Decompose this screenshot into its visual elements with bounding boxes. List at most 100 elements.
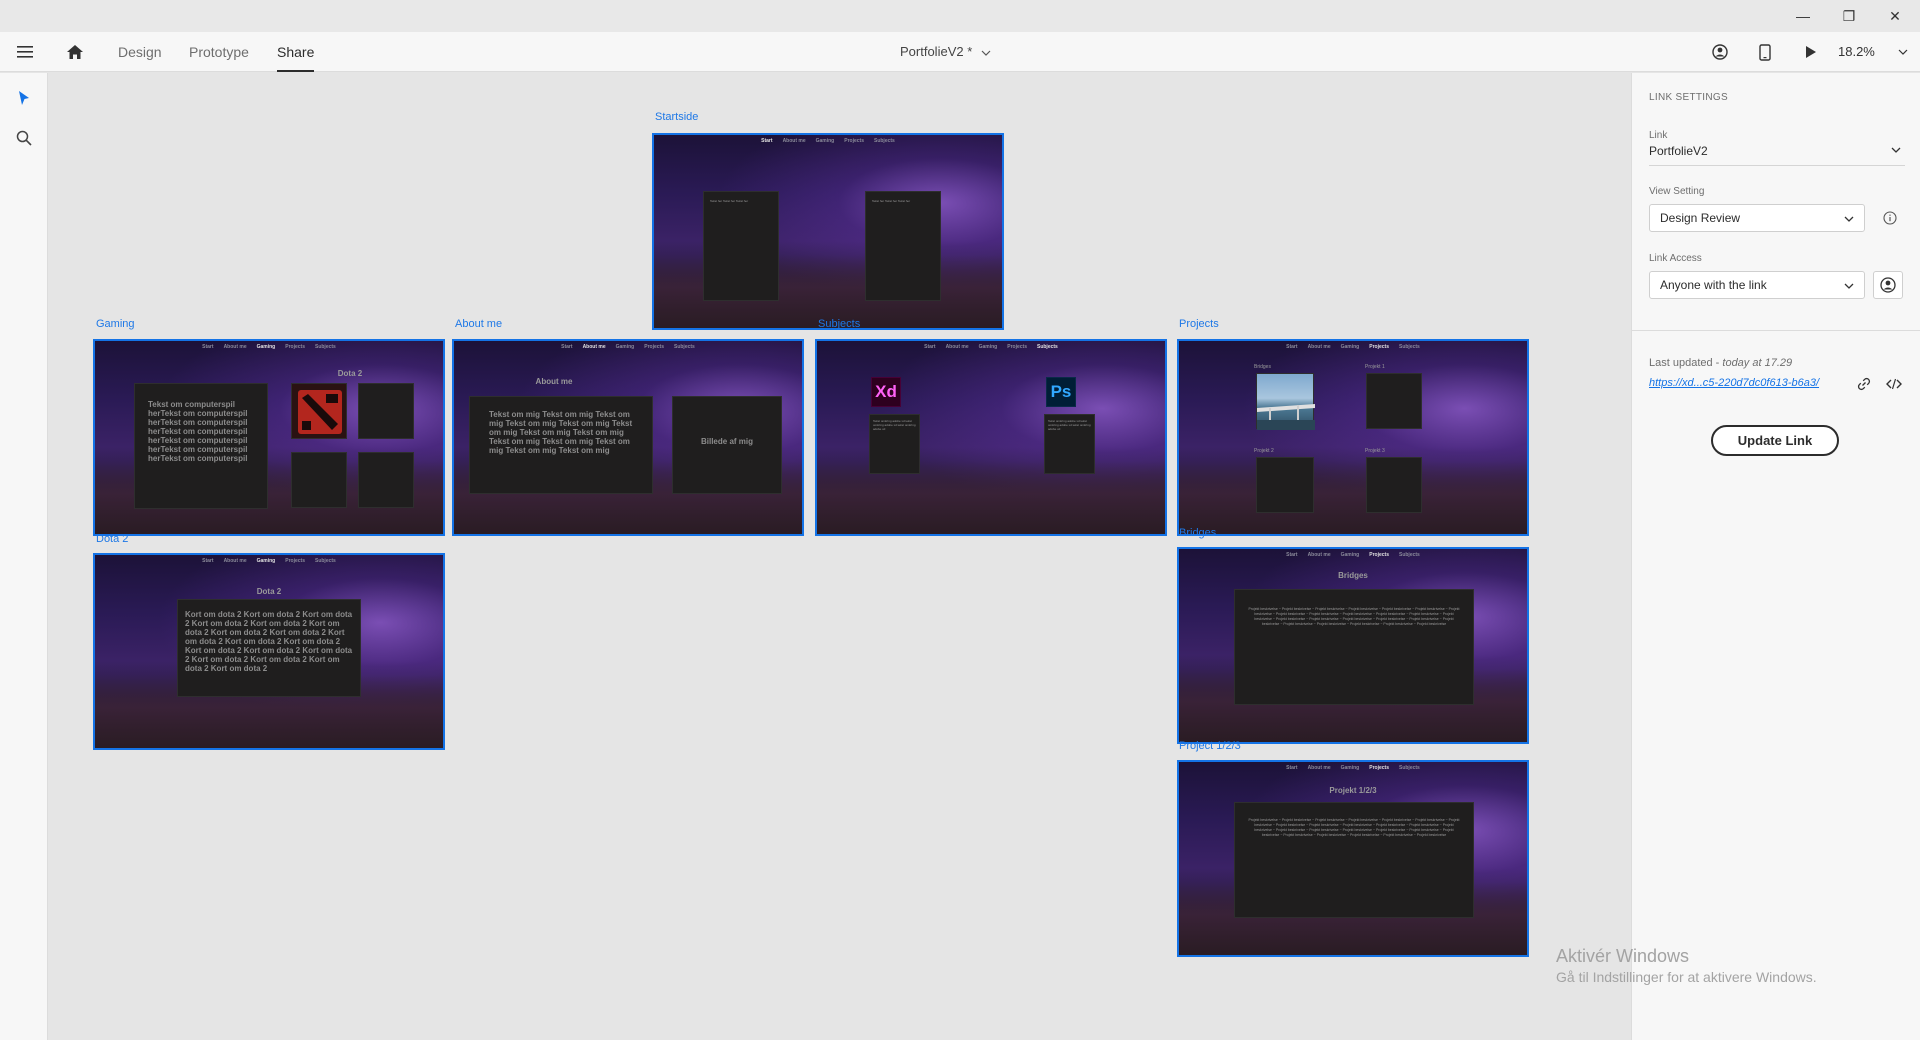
nav-item: Start — [202, 558, 214, 564]
artboard-label-subjects[interactable]: Subjects — [818, 318, 860, 330]
xd-logo-text: Xd — [875, 382, 897, 401]
artboard-nav: Start About me Gaming Projects Subjects — [95, 344, 443, 350]
nav-item: About me — [582, 344, 606, 350]
nav-item: Projects — [1369, 344, 1389, 350]
artboard-startside[interactable]: Start About me Gaming Projects Subjects … — [652, 133, 1004, 330]
tab-design[interactable]: Design — [118, 32, 162, 72]
zoom-dropdown-button[interactable] — [1896, 32, 1910, 72]
windows-activation-watermark: Aktivér Windows Gå til Indstillinger for… — [1556, 946, 1817, 985]
zoom-tool-button[interactable] — [12, 126, 36, 150]
artboard-label-dota-2[interactable]: Dota 2 — [96, 533, 128, 545]
view-setting-value: Design Review — [1660, 211, 1741, 225]
share-link-url[interactable]: https://xd...c5-220d7dc0f613-b6a3/ — [1649, 377, 1819, 389]
bridges-heading: Bridges — [1338, 571, 1368, 580]
update-link-button[interactable]: Update Link — [1711, 425, 1839, 456]
artboard-label-projects[interactable]: Projects — [1179, 318, 1219, 330]
nav-item: Subjects — [873, 138, 895, 144]
sign-in-button[interactable] — [1708, 32, 1732, 72]
about-heading: About me — [535, 377, 573, 386]
hamburger-menu-icon — [17, 46, 33, 58]
select-arrow-icon — [19, 91, 29, 105]
ps-logo-text: Ps — [1050, 382, 1072, 401]
artboard-label-startside[interactable]: Startside — [655, 111, 698, 123]
about-text: Tekst om mig Tekst om mig Tekst om mig T… — [489, 411, 633, 455]
nav-item: Projects — [285, 344, 305, 350]
view-setting-info-button[interactable] — [1882, 210, 1898, 226]
hamburger-menu-button[interactable] — [12, 32, 38, 72]
zoom-level[interactable]: 18.2% — [1838, 32, 1875, 72]
game-tile — [358, 452, 414, 508]
last-updated-value: today at 17.29 — [1722, 357, 1793, 369]
nav-item: Projects — [285, 558, 305, 564]
nav-item: Start — [202, 344, 214, 350]
panel-filler-text: Tekst omkring adobe xd tekst omkring ado… — [1048, 419, 1091, 432]
device-preview-button[interactable] — [1753, 32, 1777, 72]
link-value: PortfolieV2 — [1649, 144, 1708, 158]
nav-item: Start — [561, 344, 573, 350]
minimize-button[interactable]: — — [1780, 0, 1826, 32]
play-preview-button[interactable] — [1799, 32, 1823, 72]
nav-item: Projects — [844, 138, 864, 144]
tab-prototype[interactable]: Prototype — [189, 32, 249, 72]
link-dropdown[interactable]: PortfolieV2 — [1649, 142, 1905, 166]
project-description: Projekt beskrivelse ~ Projekt beskrivels… — [1248, 818, 1460, 837]
dota-logo-icon — [298, 390, 342, 434]
artboard-bridges[interactable]: Start About me Gaming Projects Subjects … — [1177, 547, 1529, 744]
artboard-gaming[interactable]: Start About me Gaming Projects Subjects … — [93, 339, 445, 536]
link-settings-panel: LINK SETTINGS Link PortfolieV2 View Sett… — [1631, 73, 1920, 1040]
link-access-label: Link Access — [1649, 253, 1702, 264]
tab-share[interactable]: Share — [277, 32, 315, 72]
game-tile — [358, 383, 414, 439]
project-tile — [1256, 457, 1314, 513]
artboard-nav: Start About me Gaming Projects Subjects — [1179, 765, 1527, 771]
link-access-value: Anyone with the link — [1660, 278, 1767, 292]
dota-heading: Dota 2 — [337, 369, 363, 378]
nav-item: Gaming — [615, 344, 635, 350]
nav-item: Subjects — [314, 344, 336, 350]
chevron-down-icon — [1844, 283, 1854, 289]
home-button[interactable] — [62, 32, 88, 72]
artboard-label-gaming[interactable]: Gaming — [96, 318, 135, 330]
artboard-project-123[interactable]: Start About me Gaming Projects Subjects … — [1177, 760, 1529, 957]
copy-link-button[interactable] — [1855, 375, 1873, 393]
image-placeholder-label: Billede af mig — [700, 437, 753, 446]
project-heading: Projekt 1/2/3 — [1329, 786, 1377, 795]
design-canvas[interactable]: Startside Start About me Gaming Projects… — [49, 73, 1631, 1040]
tile-label: Projekt 2 — [1254, 448, 1274, 454]
artboard-label-about-me[interactable]: About me — [455, 318, 502, 330]
app-bar: Design Prototype Share PortfolieV2 * 18.… — [0, 32, 1920, 72]
nav-item: Subjects — [673, 344, 695, 350]
artboard-dota-2[interactable]: Start About me Gaming Projects Subjects … — [93, 553, 445, 750]
play-icon — [1806, 46, 1816, 58]
close-button[interactable]: ✕ — [1872, 0, 1918, 32]
code-icon — [1886, 378, 1902, 390]
home-icon — [67, 45, 83, 59]
artboard-nav: Start About me Gaming Projects Subjects — [654, 138, 1002, 144]
artboard-subjects[interactable]: Start About me Gaming Projects Subjects … — [815, 339, 1167, 536]
artboard-projects[interactable]: Start About me Gaming Projects Subjects … — [1177, 339, 1529, 536]
watermark-title: Aktivér Windows — [1556, 946, 1690, 966]
restore-button[interactable]: ❐ — [1826, 0, 1872, 32]
tile-label: Bridges — [1254, 364, 1271, 370]
document-title-dropdown[interactable]: PortfolieV2 * — [900, 32, 991, 72]
nav-item: About me — [223, 344, 247, 350]
select-tool-button[interactable] — [12, 86, 36, 110]
link-label: Link — [1649, 130, 1668, 141]
adobe-xd-logo: Xd — [871, 377, 901, 407]
panel-filler-text: Tekst omkring adobe xd tekst omkring ado… — [873, 419, 916, 432]
artboard-nav: Start About me Gaming Projects Subjects — [1179, 344, 1527, 350]
nav-item: About me — [945, 344, 969, 350]
link-access-select[interactable]: Anyone with the link — [1649, 271, 1865, 299]
artboard-nav: Start About me Gaming Projects Subjects — [1179, 552, 1527, 558]
nav-item: Gaming — [256, 344, 276, 350]
invite-users-button[interactable] — [1873, 271, 1903, 299]
artboard-label-bridges[interactable]: Bridges — [1179, 527, 1216, 539]
embed-code-button[interactable] — [1884, 375, 1904, 393]
search-icon — [16, 130, 32, 146]
view-setting-label: View Setting — [1649, 186, 1705, 197]
nav-item: Gaming — [978, 344, 998, 350]
artboard-label-project-123[interactable]: Project 1/2/3 — [1179, 740, 1241, 752]
artboard-about-me[interactable]: Start About me Gaming Projects Subjects … — [452, 339, 804, 536]
view-setting-select[interactable]: Design Review — [1649, 204, 1865, 232]
divider — [1632, 330, 1920, 331]
